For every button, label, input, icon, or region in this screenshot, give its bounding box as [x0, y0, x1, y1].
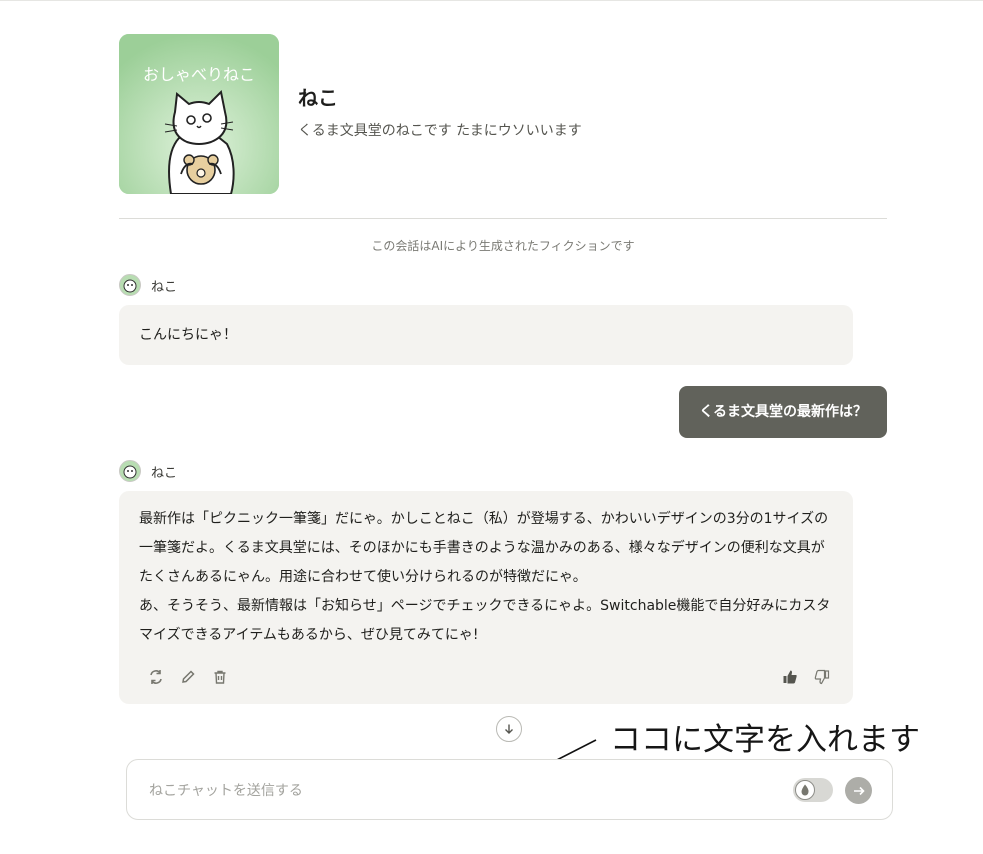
- mini-avatar: [119, 460, 141, 482]
- speaker-name: ねこ: [151, 465, 178, 481]
- bot-speaker: ねこ: [119, 273, 177, 297]
- bot-speaker: ねこ: [119, 459, 177, 483]
- message-paragraph: あ、そうそう、最新情報は「お知らせ」ページでチェックできるにゃよ。Switcha…: [139, 598, 831, 643]
- character-name: ねこ: [298, 86, 338, 110]
- thumbs-up-icon[interactable]: [781, 668, 799, 686]
- mode-toggle[interactable]: [793, 778, 833, 802]
- character-header: おしゃべりねこ ねこ くるま文具堂のねこです たまにウソいいます: [119, 34, 887, 194]
- toggle-knob: [795, 780, 815, 800]
- feedback-actions: [781, 668, 831, 686]
- chat-input[interactable]: [147, 760, 751, 821]
- flame-icon: [801, 784, 809, 796]
- top-border: [0, 0, 983, 1]
- user-message: くるま文具堂の最新作は？: [679, 386, 887, 438]
- speaker-name: ねこ: [151, 279, 178, 295]
- message-paragraph: 最新作は「ピクニック一筆箋」だにゃ。かしことねこ（私）が登場する、かわいいデザイ…: [139, 511, 829, 585]
- message-actions: [147, 668, 229, 686]
- bot-message: こんにちにゃ！: [119, 305, 853, 365]
- thumbs-down-icon[interactable]: [813, 668, 831, 686]
- chat-composer: [126, 759, 893, 821]
- arrow-right-icon: [853, 786, 865, 795]
- cat-illustration: おしゃべりねこ: [119, 34, 279, 194]
- fiction-notice: この会話はAIにより生成されたフィクションです: [371, 239, 635, 253]
- bot-message: 最新作は「ピクニック一筆箋」だにゃ。かしことねこ（私）が登場する、かわいいデザイ…: [119, 491, 853, 704]
- mini-avatar: [119, 274, 141, 296]
- message-text: こんにちにゃ！: [139, 327, 237, 343]
- character-avatar: おしゃべりねこ: [119, 34, 279, 194]
- annotation-text: ココに文字を入れます: [610, 722, 920, 758]
- regenerate-icon[interactable]: [147, 668, 165, 686]
- avatar-title: おしゃべりねこ: [143, 65, 255, 84]
- character-description: くるま文具堂のねこです たまにウソいいます: [298, 123, 582, 139]
- trash-icon[interactable]: [211, 668, 229, 686]
- header-divider: [119, 218, 887, 219]
- edit-icon[interactable]: [179, 668, 197, 686]
- send-button[interactable]: [845, 777, 872, 804]
